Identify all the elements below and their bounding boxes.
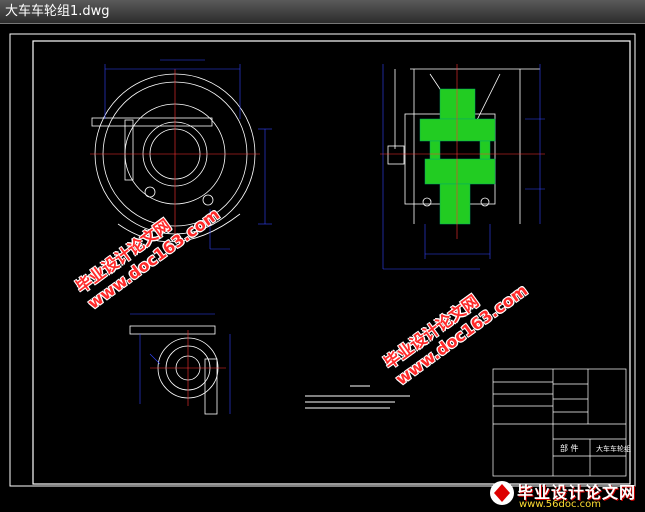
title-block-part: 部 件 [560, 443, 579, 453]
site-logo: 毕业设计论文网 www.56doc.com [487, 476, 637, 512]
title-bar: 大车车轮组1.dwg [0, 0, 645, 24]
drawing-canvas[interactable]: 部 件 大车车轮组 毕业设计论文网 www.doc163.com 毕业设计论文网… [0, 24, 645, 510]
logo-url: www.56doc.com [519, 499, 602, 510]
technical-notes [305, 385, 410, 409]
window-title: 大车车轮组1.dwg [5, 4, 110, 19]
title-block-name: 大车车轮组 [596, 444, 631, 453]
flange-view [129, 325, 219, 415]
title-block [492, 368, 627, 477]
logo-mark-icon [490, 481, 514, 505]
